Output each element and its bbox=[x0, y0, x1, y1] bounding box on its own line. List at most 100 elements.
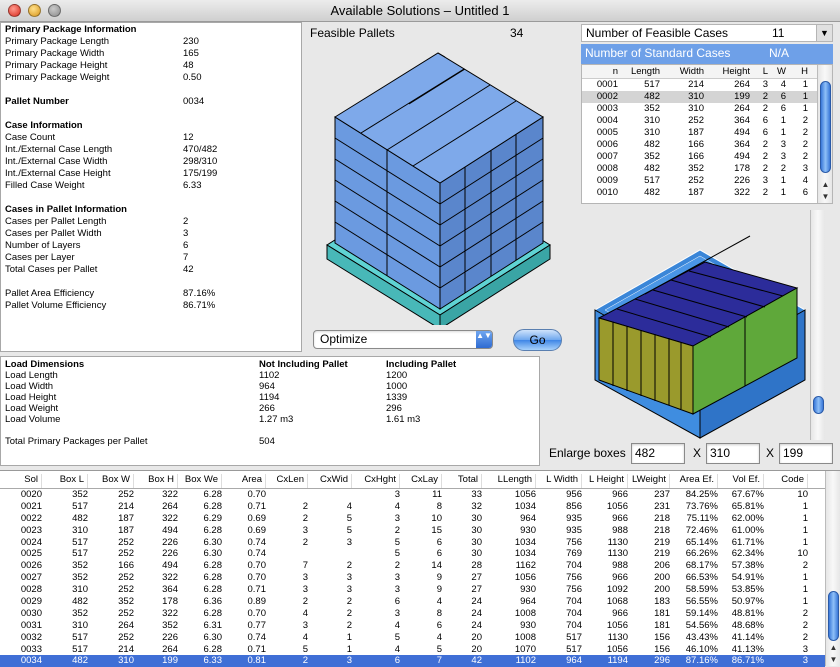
column-header[interactable]: n bbox=[588, 65, 618, 79]
enlarge-height-input[interactable]: 199 bbox=[779, 443, 833, 464]
column-header[interactable]: Vol Ef. bbox=[722, 474, 764, 488]
enlarge-width-input[interactable]: 310 bbox=[706, 443, 760, 464]
table-cell: 14 bbox=[431, 560, 442, 572]
table-row[interactable]: 0025 517 252 226 6.30 0.74 5 6 30 1034 769 1130 219 6… bbox=[0, 548, 825, 560]
column-header[interactable]: L Width bbox=[540, 474, 582, 488]
table-cell: 322 bbox=[162, 572, 178, 584]
optimize-select[interactable]: Optimize ▲▼ bbox=[313, 330, 493, 349]
table-cell: 41.13% bbox=[731, 643, 764, 655]
table-cell: 2 bbox=[762, 163, 768, 174]
table-cell: 6 bbox=[780, 91, 786, 102]
table-row[interactable]: 0023 310 187 494 6.28 0.69 3 5 2 15 30 930 935 988 218… bbox=[0, 525, 825, 537]
table-row[interactable]: 0024 517 252 226 6.30 0.74 2 3 5 6 30 1034 756 1130 21… bbox=[0, 537, 825, 549]
column-header[interactable]: L Height bbox=[586, 474, 628, 488]
column-header[interactable]: LLength bbox=[486, 474, 536, 488]
column-header[interactable]: Box W bbox=[92, 474, 134, 488]
table-row[interactable]: 0009 517 252 226 3 1 4 bbox=[582, 175, 832, 187]
table-row[interactable]: 0010 482 187 322 2 1 6 bbox=[582, 187, 832, 199]
column-header[interactable]: Area Ef. bbox=[674, 474, 718, 488]
table-row[interactable]: 0002 482 310 199 2 6 1 bbox=[582, 91, 832, 103]
scroll-up-icon[interactable]: ▲ bbox=[818, 179, 832, 191]
feasible-cases-select[interactable]: Number of Feasible Cases 11 ▼ bbox=[581, 24, 833, 42]
table-cell: 956 bbox=[566, 489, 582, 500]
table-cell: 67.67% bbox=[731, 489, 764, 500]
column-header[interactable]: W bbox=[772, 65, 786, 79]
enlarge-length-input[interactable]: 482 bbox=[631, 443, 685, 464]
scroll-up-icon[interactable]: ▲ bbox=[826, 642, 840, 654]
table-cell: 33 bbox=[471, 489, 482, 500]
table-cell: 0.77 bbox=[247, 619, 267, 631]
table-row[interactable]: 0005 310 187 494 6 1 2 bbox=[582, 127, 832, 139]
table-row[interactable]: 0032 517 252 226 6.30 0.74 4 1 5 4 20 1008 517 1130 15… bbox=[0, 632, 825, 644]
solutions-table-body: 0020 352 252 322 6.28 0.70 3 11 33 1056 956 966 237 8… bbox=[0, 489, 825, 667]
table-row[interactable]: 0022 482 187 322 6.29 0.69 2 5 3 10 30 964 935 966 218… bbox=[0, 513, 825, 525]
table-row[interactable]: 0006 482 166 364 2 3 2 bbox=[582, 139, 832, 151]
table-row[interactable]: 0001 517 214 264 3 4 1 bbox=[582, 79, 832, 91]
scrollbar-thumb[interactable] bbox=[828, 591, 839, 641]
table-cell: 10 bbox=[797, 489, 808, 500]
table-row[interactable]: 0003 352 310 264 2 6 1 bbox=[582, 103, 832, 115]
table-cell: 8 bbox=[436, 500, 442, 512]
solutions-scrollbar[interactable]: ▲ ▼ bbox=[825, 471, 840, 666]
column-header[interactable]: CxLen bbox=[268, 474, 308, 488]
info-label: Int./External Case Width bbox=[5, 156, 108, 167]
table-cell: 364 bbox=[162, 584, 178, 596]
column-header[interactable]: Code bbox=[768, 474, 808, 488]
column-header[interactable]: Sol bbox=[0, 474, 42, 488]
scrollbar-thumb[interactable] bbox=[813, 396, 824, 414]
column-header[interactable]: LWeight bbox=[632, 474, 670, 488]
column-header[interactable]: Height bbox=[706, 65, 750, 79]
table-row[interactable]: 0029 482 352 178 6.36 0.89 2 2 6 4 24 964 704 1068 183… bbox=[0, 596, 825, 608]
column-header[interactable]: Length bbox=[622, 65, 660, 79]
table-row[interactable]: 0027 352 252 322 6.28 0.70 3 3 3 9 27 1056 756 966 200… bbox=[0, 572, 825, 584]
column-header[interactable]: Total bbox=[446, 474, 482, 488]
table-row[interactable]: 0004 310 252 364 6 1 2 bbox=[582, 115, 832, 127]
table-cell: 2 bbox=[762, 103, 768, 114]
pallet-3d-view[interactable] bbox=[305, 45, 575, 325]
table-cell: 156 bbox=[654, 631, 670, 643]
table-cell: 24 bbox=[471, 596, 482, 608]
table-cell: 30 bbox=[471, 536, 482, 548]
table-cell: 352 bbox=[72, 489, 88, 500]
scrollbar-thumb[interactable] bbox=[820, 81, 831, 173]
scroll-down-icon[interactable]: ▼ bbox=[826, 654, 840, 666]
table-cell: 0.74 bbox=[247, 548, 267, 560]
column-header[interactable]: CxLay bbox=[404, 474, 442, 488]
table-cell: 86.71% bbox=[731, 655, 764, 667]
table-row[interactable]: 0031 310 264 352 6.31 0.77 3 2 4 6 24 930 704 1056 181… bbox=[0, 620, 825, 632]
table-cell: 756 bbox=[566, 536, 582, 548]
table-row[interactable]: 0030 352 252 322 6.28 0.70 4 2 3 8 24 1008 704 966 181… bbox=[0, 608, 825, 620]
column-header[interactable]: L bbox=[754, 65, 768, 79]
table-row[interactable]: 0033 517 214 264 6.28 0.71 5 1 4 5 20 1070 517 1056 15… bbox=[0, 644, 825, 656]
table-row[interactable]: 0021 517 214 264 6.28 0.71 2 4 4 8 32 1034 856 1056 23… bbox=[0, 501, 825, 513]
table-row[interactable]: 0007 352 166 494 2 3 2 bbox=[582, 151, 832, 163]
table-row[interactable]: 0008 482 352 178 2 2 3 bbox=[582, 163, 832, 175]
column-header[interactable]: H bbox=[794, 65, 808, 79]
column-header[interactable]: Box H bbox=[136, 474, 178, 488]
table-cell: 252 bbox=[118, 489, 134, 500]
table-cell: 2 bbox=[780, 163, 786, 174]
view-scrollbar[interactable] bbox=[810, 210, 825, 440]
table-row[interactable]: 0020 352 252 322 6.28 0.70 3 11 33 1056 956 966 237 8… bbox=[0, 489, 825, 501]
table-cell: 1056 bbox=[514, 572, 536, 584]
table-row[interactable]: 0034 482 310 199 6.33 0.81 2 3 6 7 42 1102 964 1194 29… bbox=[0, 655, 825, 667]
column-header[interactable]: Box We bbox=[180, 474, 222, 488]
table-cell: 494 bbox=[162, 524, 178, 536]
column-header[interactable]: CxWid bbox=[312, 474, 352, 488]
scroll-down-icon[interactable]: ▼ bbox=[818, 191, 832, 203]
table-cell: 3 bbox=[302, 584, 308, 596]
table-cell: 0006 bbox=[596, 139, 618, 150]
table-cell: 3 bbox=[394, 512, 400, 524]
table-cell: 187 bbox=[118, 524, 134, 536]
standard-cases-bar: Number of Standard Cases N/A bbox=[581, 44, 833, 64]
column-header[interactable]: Box L bbox=[46, 474, 88, 488]
column-header[interactable]: Width bbox=[666, 65, 704, 79]
cases-table-scrollbar[interactable]: ▲ ▼ bbox=[817, 65, 832, 203]
table-row[interactable]: 0028 310 252 364 6.28 0.71 3 3 3 9 27 930 756 1092 200… bbox=[0, 584, 825, 596]
column-header[interactable]: Area bbox=[224, 474, 266, 488]
container-3d-view[interactable] bbox=[585, 210, 810, 440]
table-row[interactable]: 0026 352 166 494 6.28 0.70 7 2 2 14 28 1162 704 988 20… bbox=[0, 560, 825, 572]
table-cell: 252 bbox=[688, 115, 704, 126]
column-header[interactable]: CxHght bbox=[356, 474, 400, 488]
go-button[interactable]: Go bbox=[513, 329, 562, 351]
